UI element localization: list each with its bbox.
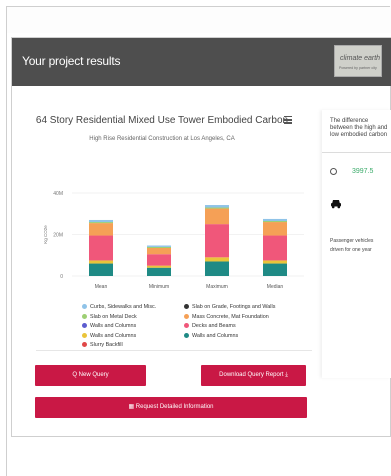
x-tick-label: Median <box>267 284 284 290</box>
logo-wordmark: climate earth <box>340 55 381 62</box>
legend-swatch <box>82 323 87 329</box>
logo-tagline: Powered by partner city <box>339 66 377 70</box>
difference-value: 3997.5 <box>352 168 374 175</box>
bar-segment <box>147 245 171 247</box>
bar-segment <box>205 205 229 208</box>
legend-item[interactable]: Walls and Columns <box>82 333 136 339</box>
bar-segment <box>263 235 287 261</box>
legend-item[interactable]: Slab on Metal Deck <box>82 314 137 320</box>
legend-item[interactable]: Walls and Columns <box>184 333 238 339</box>
bar-segment <box>89 263 113 276</box>
legend-item[interactable]: Slab on Grade, Footings and Walls <box>184 304 275 310</box>
y-axis-label: Kg CO2e <box>43 225 48 244</box>
y-tick-label: 20M <box>53 233 63 239</box>
bar-segment <box>89 223 113 236</box>
bar-segment <box>89 235 113 261</box>
comparison-panel: The difference between the high and low … <box>322 110 391 378</box>
bar-segment <box>205 208 229 225</box>
legend-swatch <box>82 342 87 348</box>
legend-label: Walls and Columns <box>90 332 137 339</box>
x-tick-label: Minimum <box>149 284 169 290</box>
x-tick-label: Maximum <box>206 284 228 290</box>
legend-item[interactable]: Slurry Backfill <box>82 342 123 348</box>
x-tick-label: Mean <box>95 284 108 290</box>
legend-label: Curbs, Sidewalks and Misc. <box>90 304 157 310</box>
request-detail-button[interactable]: ▦ Request Detailed Information <box>35 397 307 418</box>
bar-segment <box>205 257 229 262</box>
bar-segment <box>263 218 287 222</box>
bar-segment <box>263 221 287 223</box>
brand-logo[interactable]: climate earth Powered by partner city <box>334 45 382 77</box>
divider <box>36 350 312 351</box>
legend-swatch <box>184 304 189 310</box>
comparison-divider <box>322 152 391 153</box>
legend-item[interactable]: Curbs, Sidewalks and Misc. <box>82 304 156 310</box>
bar-segment <box>263 222 287 236</box>
chart-panel: 64 Story Residential Mixed Use Tower Emb… <box>12 98 312 388</box>
car-icon <box>331 200 341 209</box>
legend-item[interactable]: Walls and Columns <box>82 323 136 329</box>
bar-segment <box>263 263 287 276</box>
legend-label: Walls and Columns <box>90 323 137 329</box>
legend-label: Walls and Columns <box>192 332 239 339</box>
legend-swatch <box>184 332 189 338</box>
bar-segment <box>147 254 171 266</box>
legend-label: Decks and Beams <box>192 323 236 329</box>
page-title: Your project results <box>22 54 121 68</box>
bar-segment <box>147 265 171 268</box>
bar-segment <box>205 261 229 276</box>
bar-segment <box>89 219 113 223</box>
results-card: Your project results climate earth Power… <box>11 37 391 437</box>
legend-item[interactable]: Decks and Beams <box>184 323 236 329</box>
y-tick-label: 40M <box>53 191 63 197</box>
bar-segment <box>89 222 113 224</box>
legend-label: Slab on Metal Deck <box>90 313 137 320</box>
legend-swatch <box>82 332 87 338</box>
bar-segment <box>147 246 171 248</box>
bar-segment <box>263 260 287 264</box>
comparison-heading: The difference between the high and low … <box>330 118 388 138</box>
legend-item[interactable]: Mass Concrete, Mat Foundation <box>184 314 269 320</box>
legend-swatch <box>184 313 189 319</box>
results-header: Your project results climate earth Power… <box>12 38 391 86</box>
legend-swatch <box>82 313 87 319</box>
bar-segment <box>205 224 229 258</box>
legend-label: Slurry Backfill <box>90 342 123 348</box>
legend-swatch <box>82 304 87 310</box>
legend-swatch <box>184 323 189 329</box>
new-query-button[interactable]: Q New Query <box>35 365 146 386</box>
clock-icon <box>330 168 337 175</box>
legend-label: Slab on Grade, Footings and Walls <box>192 304 276 310</box>
y-tick-label: 0 <box>60 274 63 280</box>
bar-segment <box>147 247 171 255</box>
bar-segment <box>147 267 171 276</box>
legend-label: Mass Concrete, Mat Foundation <box>192 313 269 320</box>
bar-segment <box>205 207 229 209</box>
comparison-description: Passenger vehicles driven for one year <box>330 238 374 253</box>
bar-chart: 40M 20M 0 Kg CO2e Mean Minimum Maximum Median <box>43 191 304 290</box>
bar-segment <box>89 260 113 264</box>
download-report-button[interactable]: Download Query Report ⤓ <box>201 365 306 386</box>
